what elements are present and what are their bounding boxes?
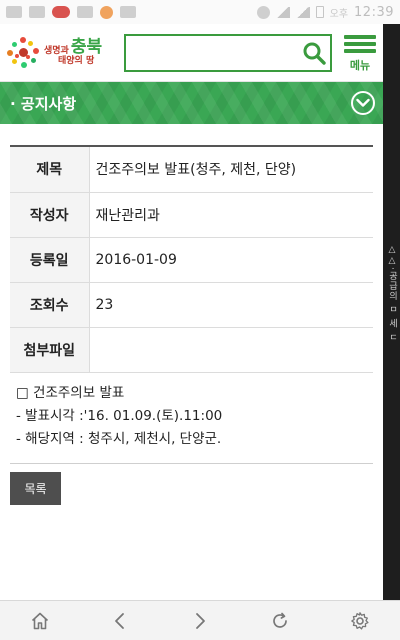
row-value-attachment bbox=[89, 327, 373, 373]
search-input[interactable] bbox=[120, 35, 302, 70]
logo-text: 생명과 충북 태양의 땅 bbox=[44, 36, 103, 66]
status-time: 12:39 bbox=[354, 4, 394, 20]
signal-icon bbox=[295, 6, 310, 18]
search-icon[interactable] bbox=[302, 41, 326, 65]
row-label-date: 등록일 bbox=[10, 237, 90, 283]
section-title: · 공지사항 bbox=[10, 94, 77, 113]
table-row: 등록일 2016-01-09 bbox=[10, 237, 373, 283]
header: 생명과 충북 태양의 땅 메뉴 bbox=[0, 24, 383, 82]
table-row: 작성자 재난관리과 bbox=[10, 192, 373, 238]
body-line: - 발표시각 :'16. 01.09.(토).11:00 bbox=[16, 408, 223, 424]
logo-line3: 태양의 땅 bbox=[58, 55, 95, 66]
list-button[interactable]: 목록 bbox=[10, 472, 61, 505]
carrier-label: 오후 bbox=[329, 8, 349, 20]
logo[interactable]: 생명과 충북 태양의 땅 bbox=[0, 24, 118, 82]
side-text: △△·공급의 ㅁ 세 ㄷ bbox=[387, 245, 397, 343]
news-icon bbox=[52, 6, 70, 18]
body-line: □ 건조주의보 발표 bbox=[16, 385, 125, 401]
row-value-title: 건조주의보 발표(청주, 제천, 단양) bbox=[89, 147, 373, 193]
app-icon bbox=[29, 6, 45, 18]
logo-line2: 충북 bbox=[70, 36, 103, 57]
settings-icon[interactable] bbox=[345, 606, 375, 636]
notice-body: □ 건조주의보 발표 - 발표시각 :'16. 01.09.(토).11:00 … bbox=[16, 382, 372, 451]
chevron-down-icon[interactable] bbox=[351, 91, 375, 115]
refresh-icon[interactable] bbox=[265, 606, 295, 636]
download-icon bbox=[120, 6, 136, 18]
row-value-author: 재난관리과 bbox=[89, 192, 373, 238]
section-bar: · 공지사항 bbox=[0, 82, 383, 124]
divider bbox=[10, 463, 373, 464]
browser-bottom-nav bbox=[0, 600, 400, 640]
notice-detail-table: 제목 건조주의보 발표(청주, 제천, 단양) 작성자 재난관리과 등록일 20… bbox=[10, 145, 373, 373]
home-icon[interactable] bbox=[25, 606, 55, 636]
hamburger-icon bbox=[344, 32, 376, 56]
menu-button[interactable]: 메뉴 bbox=[338, 24, 382, 82]
wifi-icon bbox=[275, 6, 290, 18]
emoji-icon bbox=[100, 5, 113, 19]
table-row: 조회수 23 bbox=[10, 282, 373, 328]
battery-icon bbox=[315, 6, 324, 18]
body-line: - 해당지역 : 청주시, 제천시, 단양군. bbox=[16, 431, 222, 447]
row-value-views: 23 bbox=[89, 282, 373, 328]
search-box bbox=[120, 33, 332, 72]
gallery-icon bbox=[77, 6, 93, 18]
notification-icons bbox=[6, 5, 136, 19]
row-label-author: 작성자 bbox=[10, 192, 90, 238]
status-bar: 오후 12:39 bbox=[0, 0, 400, 24]
forward-icon[interactable] bbox=[185, 606, 215, 636]
row-label-views: 조회수 bbox=[10, 282, 90, 328]
row-label-title: 제목 bbox=[10, 147, 90, 193]
row-label-attachment: 첨부파일 bbox=[10, 327, 90, 373]
logo-mark-icon bbox=[6, 35, 42, 71]
row-value-date: 2016-01-09 bbox=[89, 237, 373, 283]
back-icon[interactable] bbox=[105, 606, 135, 636]
talk-icon bbox=[6, 6, 22, 18]
alarm-icon bbox=[256, 5, 270, 19]
table-row: 제목 건조주의보 발표(청주, 제천, 단양) bbox=[10, 147, 373, 193]
table-row: 첨부파일 bbox=[10, 327, 373, 373]
menu-label: 메뉴 bbox=[349, 59, 371, 72]
